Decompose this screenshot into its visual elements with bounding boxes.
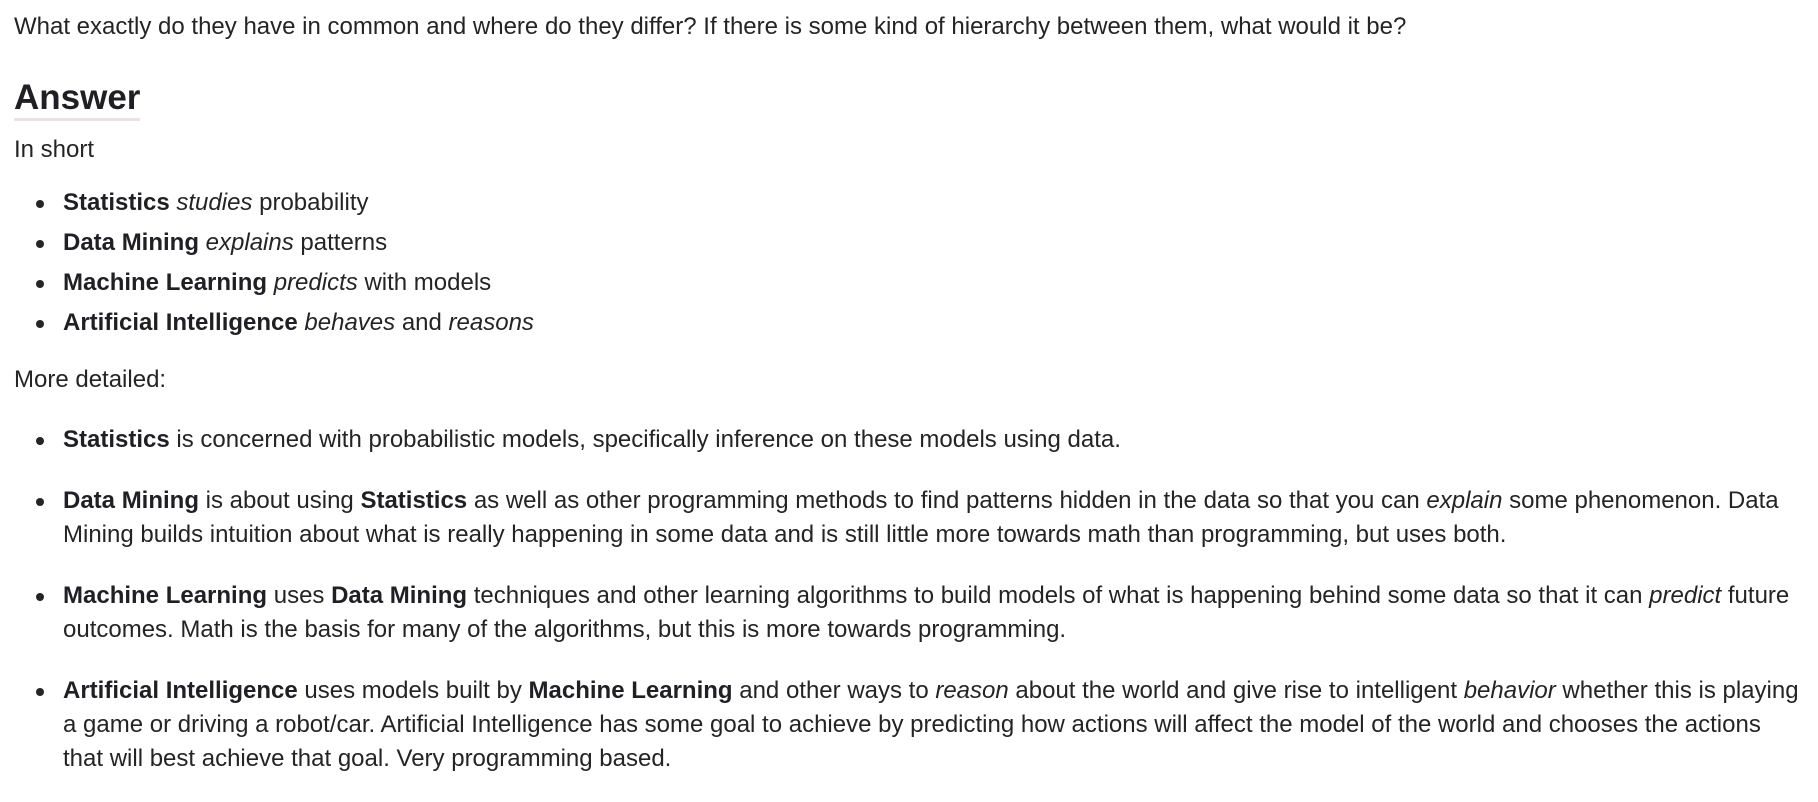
term: Artificial Intelligence: [63, 677, 298, 704]
rest: patterns: [300, 229, 388, 256]
text: is about using: [199, 487, 361, 514]
short-summary-list: Statistics studies probability Data Mini…: [14, 183, 1804, 343]
list-item: Data Mining is about using Statistics as…: [14, 484, 1804, 552]
question-text: What exactly do they have in common and …: [14, 13, 1407, 40]
text: and other ways to: [732, 677, 936, 704]
text: is concerned with probabilistic models, …: [169, 426, 1121, 453]
text: uses models built by: [297, 677, 529, 704]
joiner: and: [401, 309, 442, 336]
list-item: Statistics studies probability: [14, 183, 1804, 223]
emphasis: predict: [1649, 582, 1722, 609]
document-page: What exactly do they have in common and …: [0, 10, 1818, 776]
list-item: Statistics is concerned with probabilist…: [14, 423, 1804, 457]
emphasis: behavior: [1463, 677, 1556, 704]
answer-heading: Answer: [14, 78, 141, 121]
verb: explains: [205, 229, 294, 256]
term-reference: Statistics: [360, 487, 468, 514]
verb: studies: [176, 189, 253, 216]
list-item: Artificial Intelligence behaves and reas…: [14, 303, 1804, 343]
text: uses: [267, 582, 332, 609]
in-short-label: In short: [14, 136, 95, 163]
detailed-list: Statistics is concerned with probabilist…: [14, 423, 1804, 776]
verb: behaves: [304, 309, 396, 336]
term: Data Mining: [63, 229, 199, 256]
more-detailed-label: More detailed:: [14, 366, 167, 393]
rest: with models: [364, 269, 492, 296]
list-item: Machine Learning uses Data Mining techni…: [14, 579, 1804, 647]
list-item: Data Mining explains patterns: [14, 223, 1804, 263]
text: as well as other programming methods to …: [467, 487, 1427, 514]
list-item: Machine Learning predicts with models: [14, 263, 1804, 303]
text: techniques and other learning algorithms…: [467, 582, 1650, 609]
text: about the world and give rise to intelli…: [1008, 677, 1464, 704]
term: Statistics: [63, 189, 170, 216]
verb: reasons: [448, 309, 534, 336]
term: Artificial Intelligence: [63, 309, 298, 336]
rest: probability: [259, 189, 369, 216]
list-item: Artificial Intelligence uses models buil…: [14, 674, 1804, 776]
term: Data Mining: [63, 487, 199, 514]
emphasis: explain: [1426, 487, 1503, 514]
verb: predicts: [273, 269, 358, 296]
term: Statistics: [63, 426, 170, 453]
term: Machine Learning: [63, 269, 268, 296]
term-reference: Machine Learning: [528, 677, 733, 704]
emphasis: reason: [935, 677, 1009, 704]
term-reference: Data Mining: [331, 582, 468, 609]
term: Machine Learning: [63, 582, 268, 609]
